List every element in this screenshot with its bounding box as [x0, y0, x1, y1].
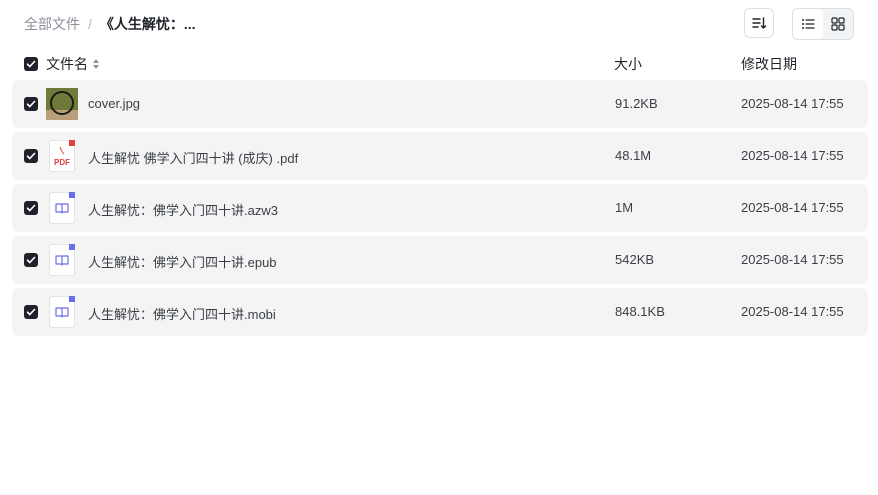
ebook-file-icon	[46, 296, 78, 328]
table-row[interactable]: 人生解忧：佛学入门四十讲.epub 542KB 2025-08-14 17:55	[12, 236, 868, 284]
table-header: 文件名 大小 修改日期	[24, 54, 868, 74]
file-name[interactable]: 人生解忧：佛学入门四十讲.azw3	[88, 200, 278, 219]
file-name[interactable]: 人生解忧 佛学入门四十讲 (成庆) .pdf	[88, 148, 298, 167]
row-checkbox[interactable]	[24, 97, 38, 111]
check-icon	[26, 100, 36, 108]
sort-button[interactable]	[744, 8, 774, 38]
file-size: 48.1M	[615, 148, 652, 163]
check-icon	[26, 256, 36, 264]
column-name-label: 文件名	[46, 56, 88, 72]
check-icon	[26, 204, 36, 212]
sort-toggle-icon	[93, 59, 99, 69]
book-icon	[55, 307, 69, 318]
column-name-header[interactable]: 文件名	[46, 54, 101, 74]
breadcrumb: 全部文件 / 《人生解忧：...	[24, 14, 196, 34]
breadcrumb-current: 《人生解忧：...	[99, 16, 196, 32]
breadcrumb-root[interactable]: 全部文件	[24, 14, 80, 34]
table-row[interactable]: cover.jpg 91.2KB 2025-08-14 17:55	[12, 80, 868, 128]
grid-view-button[interactable]	[823, 9, 853, 39]
file-modified: 2025-08-14 17:55	[741, 200, 844, 215]
file-modified: 2025-08-14 17:55	[741, 96, 844, 111]
row-checkbox[interactable]	[24, 305, 38, 319]
table-row[interactable]: 人生解忧：佛学入门四十讲.azw3 1M 2025-08-14 17:55	[12, 184, 868, 232]
ebook-file-icon	[46, 192, 78, 224]
column-size-header: 大小	[614, 56, 642, 72]
pdf-file-icon: PDF	[46, 140, 78, 172]
image-thumbnail	[46, 88, 78, 120]
row-checkbox[interactable]	[24, 253, 38, 267]
table-row[interactable]: PDF 人生解忧 佛学入门四十讲 (成庆) .pdf 48.1M 2025-08…	[12, 132, 868, 180]
file-modified: 2025-08-14 17:55	[741, 148, 844, 163]
check-icon	[26, 308, 36, 316]
row-checkbox[interactable]	[24, 201, 38, 215]
book-icon	[55, 203, 69, 214]
file-modified: 2025-08-14 17:55	[741, 304, 844, 319]
ebook-file-icon	[46, 244, 78, 276]
book-icon	[55, 255, 69, 266]
file-size: 542KB	[615, 252, 655, 267]
table-row[interactable]: 人生解忧：佛学入门四十讲.mobi 848.1KB 2025-08-14 17:…	[12, 288, 868, 336]
sort-icon	[752, 17, 767, 29]
file-name[interactable]: 人生解忧：佛学入门四十讲.epub	[88, 252, 277, 271]
check-icon	[26, 60, 36, 68]
row-checkbox[interactable]	[24, 149, 38, 163]
column-modified-header: 修改日期	[741, 56, 797, 72]
grid-view-icon	[831, 17, 845, 31]
file-name[interactable]: cover.jpg	[88, 96, 140, 111]
pdf-icon-label: PDF	[54, 158, 70, 167]
list-view-icon	[802, 19, 815, 29]
file-size: 1M	[615, 200, 634, 215]
file-modified: 2025-08-14 17:55	[741, 252, 844, 267]
breadcrumb-separator: /	[88, 16, 92, 32]
view-toggle	[792, 8, 854, 40]
file-name[interactable]: 人生解忧：佛学入门四十讲.mobi	[88, 304, 276, 323]
select-all-checkbox[interactable]	[24, 57, 38, 71]
file-size: 91.2KB	[615, 96, 658, 111]
file-list: cover.jpg 91.2KB 2025-08-14 17:55 PDF 人生…	[12, 80, 868, 340]
list-view-button[interactable]	[793, 9, 823, 39]
file-size: 848.1KB	[615, 304, 665, 319]
check-icon	[26, 152, 36, 160]
